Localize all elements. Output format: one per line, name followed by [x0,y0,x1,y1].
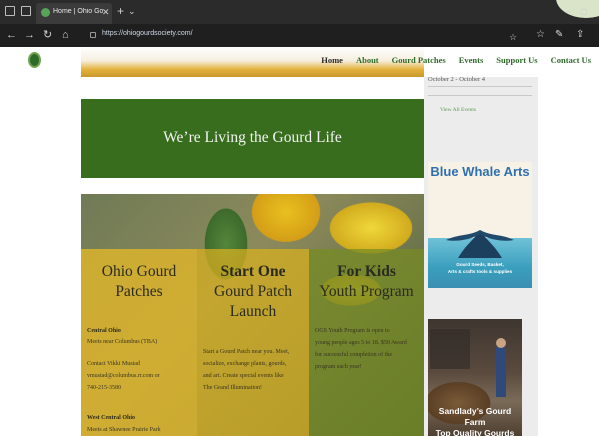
column-text: young people ages 5 to 18. $50 Award [315,340,407,346]
restore-button[interactable]: ◻ [580,5,587,17]
ohio-gourd-society-logo[interactable] [28,52,41,68]
profile-icon[interactable]: ✎ [555,29,563,41]
tab-close-icon[interactable]: ✕ [102,6,110,18]
tab-actions-icon[interactable] [21,6,31,16]
column-text: OGS Youth Program is open to [315,328,390,334]
divider [428,86,532,87]
banner-text: We’re Living the Gourd Life [163,129,342,146]
nav-gourd-patches[interactable]: Gourd Patches [392,55,446,65]
meeting-info: Meets at Shawnee Prairie Park [87,427,161,433]
refresh-icon[interactable]: ↻ [43,28,52,42]
nav-events[interactable]: Events [459,55,484,65]
contact-phone[interactable]: 740-215-3580 [87,383,121,394]
forward-icon[interactable]: → [24,28,35,42]
ad-text: Sandlady’s Gourd Farm Top Quality Gourds [435,406,515,436]
blue-whale-arts-ad[interactable]: Blue Whale Arts Gourd Seeds, Basket, Art… [428,162,532,288]
column-title[interactable]: For Kids Youth Program [309,262,424,302]
home-icon[interactable]: ⌂ [62,28,69,42]
region-heading: West Central Ohio [87,415,135,421]
browser-tab-bar: Home | Ohio Gourd Soc ✕ + ⌄ – ◻ [0,0,599,24]
tab-list-icon[interactable]: ⌄ [128,4,136,18]
column-text: and art. Create special events like [203,373,284,379]
meeting-info: Meets near Columbus (TBA) [87,339,158,345]
column-title[interactable]: Ohio Gourd Patches [81,262,197,302]
column-text: Start a Gourd Patch near you. Meet, [203,349,290,355]
site-header: Home About Gourd Patches Events Support … [0,47,599,77]
url-text[interactable]: https://ohiogourdsociety.com/ [102,30,193,37]
column-start-patch: Start One Gourd Patch Launch Start a Gou… [197,249,309,436]
nav-home[interactable]: Home [321,55,343,65]
gourds-feature-image: Ohio Gourd Patches Central Ohio Meets ne… [81,194,424,436]
contact-name: Contact Vikki Mustad [87,361,140,367]
divider [428,95,532,96]
region-heading: Central Ohio [87,328,121,334]
column-text: The Grand Illumination! [203,385,262,391]
column-text: for successful completion of the [315,352,392,358]
hero-banner: We’re Living the Gourd Life [81,99,424,178]
sandladys-gourd-farm-ad[interactable]: Sandlady’s Gourd Farm Top Quality Gourds [428,319,522,436]
share-icon[interactable]: ⇪ [576,29,584,41]
site-favicon-icon [41,8,50,17]
minimize-button[interactable]: – [566,5,571,17]
main-nav: Home About Gourd Patches Events Support … [308,55,591,65]
nav-about[interactable]: About [356,55,379,65]
workspaces-icon[interactable] [5,6,15,16]
whale-tail-icon [446,230,514,258]
column-gourd-patches: Ohio Gourd Patches Central Ohio Meets ne… [81,249,197,436]
new-tab-button[interactable]: + [117,4,124,18]
nav-support-us[interactable]: Support Us [496,55,537,65]
address-bar-row: ← → ↻ ⌂ https://ohiogourdsociety.com/ ☆ … [0,24,599,47]
collections-icon[interactable]: ☆ [536,29,545,41]
ad-title: Blue Whale Arts [430,164,530,179]
browser-tab-active[interactable]: Home | Ohio Gourd Soc ✕ [36,3,112,24]
decorative-corner [556,0,599,18]
ad-tagline: Gourd Seeds, Basket, Arts & crafts tools… [447,262,513,274]
tab-title: Home | Ohio Gourd Soc [53,8,103,15]
url-field[interactable]: https://ohiogourdsociety.com/ ☆ [84,27,524,44]
contact-email[interactable]: vmustad@columbus.rr.com or [87,371,160,382]
column-text: socialize, exchange plants, gourds, [203,361,287,367]
view-all-events-link[interactable]: View All Events [440,107,476,113]
back-icon[interactable]: ← [6,28,17,42]
lock-icon[interactable] [90,32,96,38]
column-text: program each year! [315,364,362,370]
nav-contact-us[interactable]: Contact Us [551,55,591,65]
column-title[interactable]: Start One Gourd Patch Launch [197,262,309,322]
column-youth-program: For Kids Youth Program OGS Youth Program… [309,249,424,436]
event-date[interactable]: October 2 - October 4 [428,76,485,83]
favorite-star-icon[interactable]: ☆ [509,31,517,43]
